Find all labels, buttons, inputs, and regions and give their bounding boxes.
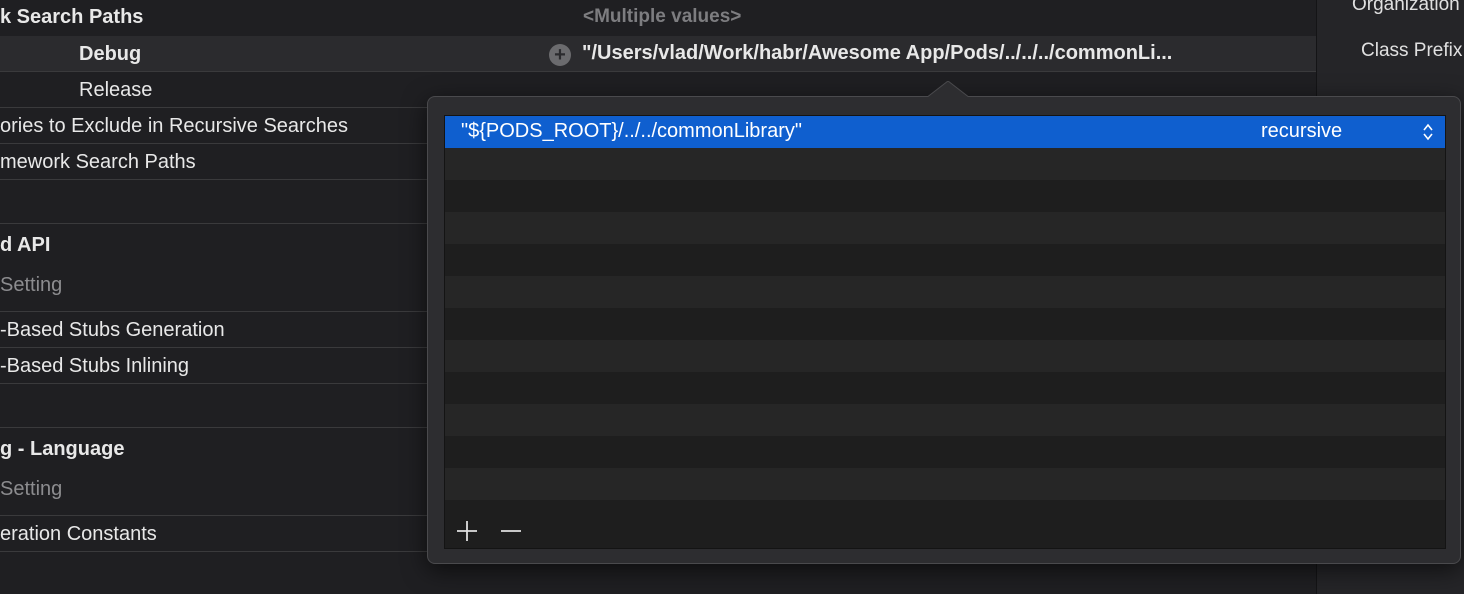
setting-title-search-paths: k Search Paths	[0, 6, 144, 28]
list-item	[445, 276, 1445, 308]
list-item	[445, 436, 1445, 468]
config-label-release: Release	[79, 79, 153, 101]
list-item[interactable]: "${PODS_ROOT}/../../commonLibrary" recur…	[445, 116, 1445, 148]
class-prefix-label: Class Prefix	[1361, 40, 1463, 61]
chevron-up-down-icon[interactable]	[1421, 121, 1435, 143]
list-item	[445, 468, 1445, 500]
list-item	[445, 404, 1445, 436]
section-title-language: g - Language	[0, 438, 125, 460]
setting-title-exclude-recursive: ories to Exclude in Recursive Searches	[0, 115, 348, 137]
search-paths-popover: "${PODS_ROOT}/../../commonLibrary" recur…	[427, 81, 1461, 564]
settings-row-debug[interactable]: Debug + "/Users/vlad/Work/habr/Awesome A…	[0, 36, 1316, 72]
section-column-setting: Setting	[0, 274, 63, 296]
recursive-select[interactable]: recursive	[1261, 120, 1342, 143]
section-title-api: d API	[0, 234, 51, 256]
setting-title-stubs-inlining: -Based Stubs Inlining	[0, 355, 190, 377]
list-item	[445, 180, 1445, 212]
setting-title-framework-search-paths: mework Search Paths	[0, 151, 196, 173]
search-paths-list[interactable]: "${PODS_ROOT}/../../commonLibrary" recur…	[444, 115, 1446, 549]
organization-label: Organization	[1352, 0, 1460, 15]
setting-value-multiple: <Multiple values>	[583, 6, 742, 27]
list-item	[445, 244, 1445, 276]
list-item	[445, 212, 1445, 244]
section-column-setting-2: Setting	[0, 478, 63, 500]
setting-value-debug[interactable]: "/Users/vlad/Work/habr/Awesome App/Pods/…	[582, 42, 1172, 65]
list-item	[445, 340, 1445, 372]
list-item	[445, 308, 1445, 340]
settings-row-search-paths[interactable]: k Search Paths <Multiple values>	[0, 0, 1316, 36]
plus-icon[interactable]	[455, 519, 479, 543]
list-item	[445, 372, 1445, 404]
add-condition-icon[interactable]: +	[549, 44, 571, 66]
list-footer	[445, 500, 1445, 548]
config-label-debug: Debug	[79, 43, 142, 65]
setting-title-generation-constants: eration Constants	[0, 523, 157, 545]
minus-icon[interactable]	[499, 519, 523, 543]
list-item	[445, 148, 1445, 180]
setting-title-stubs-generation: -Based Stubs Generation	[0, 319, 225, 341]
path-entry[interactable]: "${PODS_ROOT}/../../commonLibrary"	[461, 120, 802, 143]
